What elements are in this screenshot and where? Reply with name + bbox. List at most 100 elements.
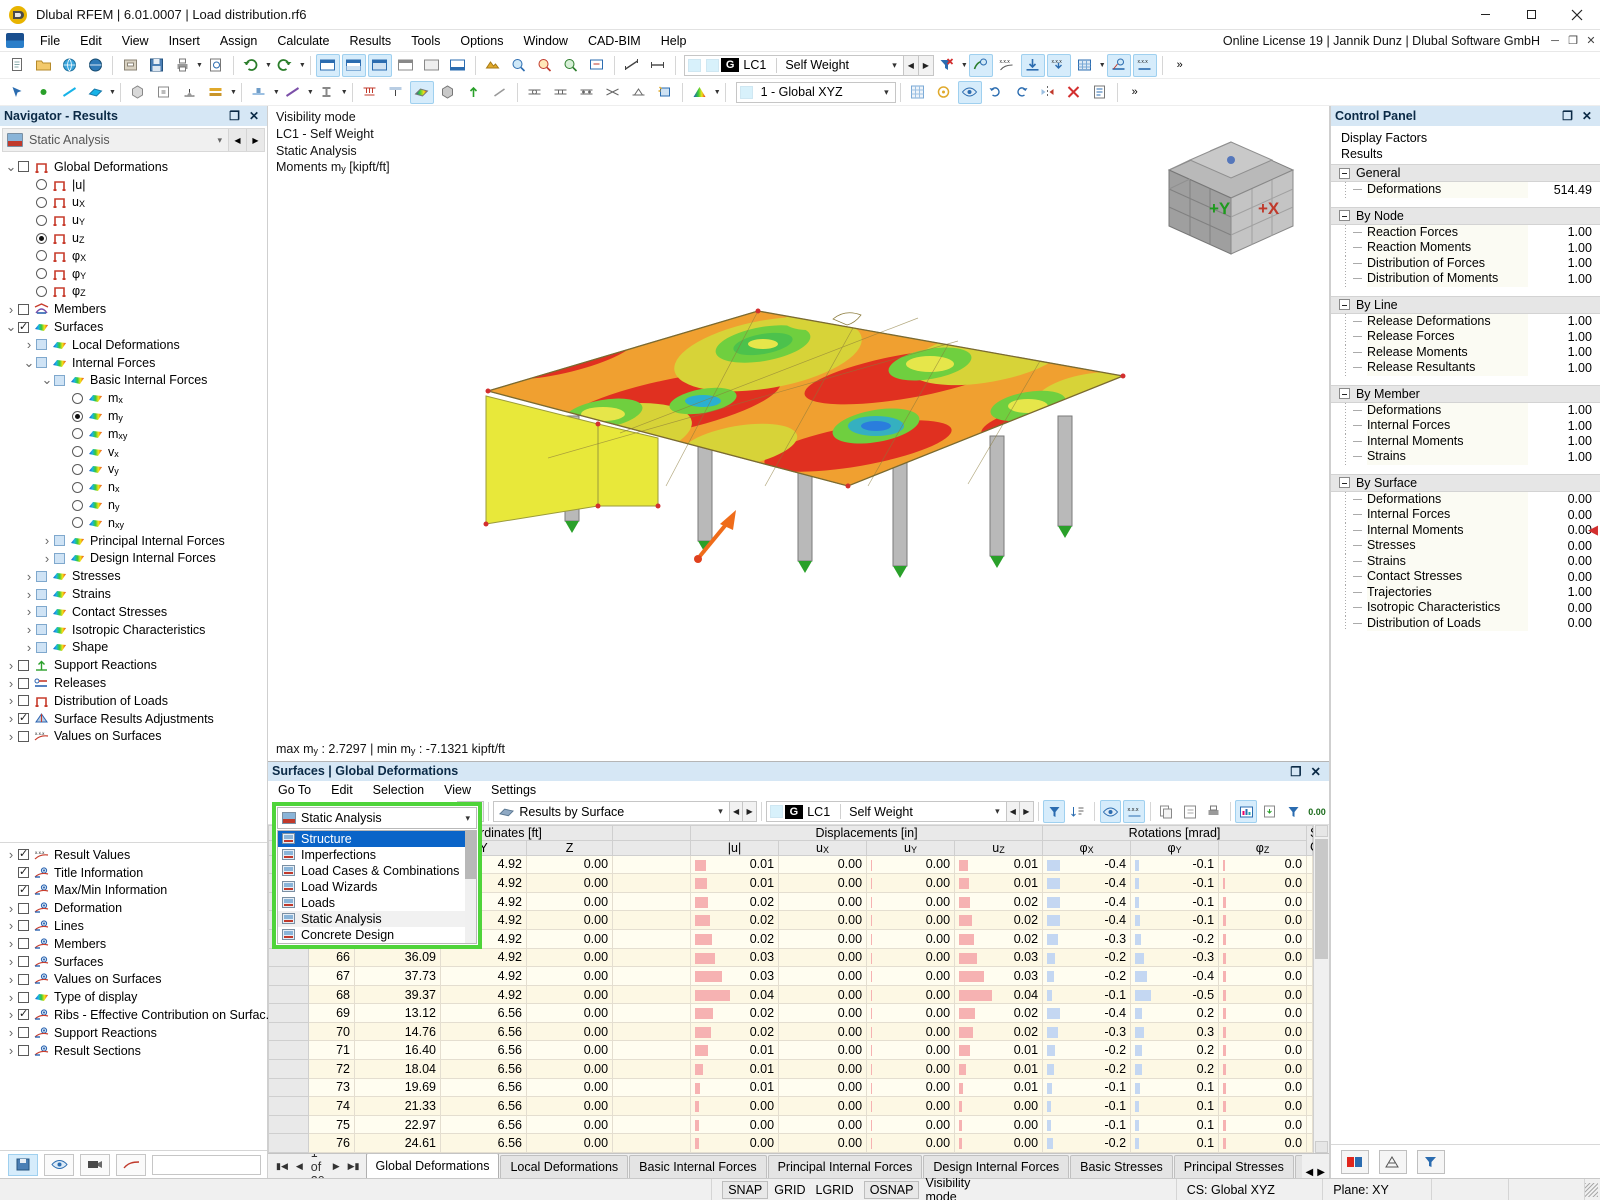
cell-row-number[interactable]: 70 <box>308 1021 355 1042</box>
dropdown-item-imperfections[interactable]: Imperfections <box>278 847 476 863</box>
chevron-right-icon[interactable]: › <box>4 936 18 951</box>
cell-uz[interactable]: 0.01 <box>954 854 1044 875</box>
cell-phiz[interactable]: 0.0 <box>1218 1114 1308 1135</box>
checkbox-lines[interactable] <box>18 920 29 932</box>
archive-icon[interactable] <box>118 54 142 77</box>
grid-toggle-icon[interactable] <box>906 81 930 104</box>
factor-row-by-surface-stresses[interactable]: Stresses 0.00 <box>1331 538 1600 554</box>
tree-item-ribs-effective-contribution-on-surfac[interactable]: › Ribs - Effective Contribution on Surfac… <box>0 1006 276 1024</box>
cell-uy[interactable]: 0.00 <box>866 854 956 875</box>
cell-y[interactable]: 6.56 <box>440 1021 527 1042</box>
radio-node[interactable] <box>36 268 47 280</box>
cell-comment[interactable] <box>1306 1133 1314 1154</box>
cell-phiy[interactable]: 0.1 <box>1130 1096 1220 1116</box>
cell-uy[interactable]: 0.00 <box>866 1021 956 1042</box>
surface-caret-icon[interactable]: ▼ <box>109 89 116 96</box>
row-selector[interactable] <box>268 1077 309 1098</box>
menu-insert[interactable]: Insert <box>159 32 210 50</box>
visibility-mode-icon[interactable] <box>957 80 982 104</box>
cell-phiz[interactable]: 0.0 <box>1218 910 1308 930</box>
cell-phix[interactable]: -0.2 <box>1042 966 1132 986</box>
control-panel-close-icon[interactable]: ✕ <box>1582 109 1592 123</box>
cell-y[interactable]: 6.56 <box>440 1077 527 1098</box>
section-results-icon[interactable] <box>1106 53 1131 77</box>
analysis-dropdown-list[interactable]: Structure Imperfections Load Cases & Combi… <box>277 830 477 944</box>
cell-y[interactable]: 4.92 <box>440 947 527 968</box>
factor-row-by-surface-trajectories[interactable]: Trajectories 1.00 <box>1331 584 1600 600</box>
cell-phix[interactable]: -0.1 <box>1042 1096 1132 1116</box>
cell-x[interactable]: 22.97 <box>354 1114 441 1135</box>
cell-spacer[interactable] <box>612 966 692 986</box>
cell-uz[interactable]: 0.01 <box>954 1152 1044 1154</box>
factor-value[interactable]: 1.00 <box>1528 330 1600 344</box>
results-mode-prev[interactable]: ◀ <box>729 801 744 823</box>
results-tab-global-deformations[interactable]: Global Deformations <box>365 1154 500 1178</box>
grid-col-u[interactable]: |u| <box>690 839 780 856</box>
menu-assign[interactable]: Assign <box>210 32 268 50</box>
cell-comment[interactable] <box>1306 873 1314 893</box>
checkbox-internal-forces[interactable] <box>36 357 47 369</box>
cell-ux[interactable]: 0.00 <box>778 1040 868 1061</box>
cell-phiz[interactable]: 0.0 <box>1218 1040 1308 1061</box>
cell-uy[interactable]: 0.00 <box>866 1152 956 1154</box>
factor-row-by-surface-contact-stresses[interactable]: Contact Stresses 0.00 <box>1331 569 1600 585</box>
cell-y[interactable]: 6.56 <box>440 1096 527 1116</box>
checkbox-max-min-information[interactable] <box>18 883 29 896</box>
table-lc-chevron-down-icon[interactable]: ▾ <box>989 806 1006 817</box>
status-grid-toggle[interactable]: GRID <box>774 1183 805 1197</box>
row-selector[interactable] <box>268 1040 309 1061</box>
cell-uz[interactable]: 0.04 <box>954 984 1044 1005</box>
cell-y[interactable]: 6.56 <box>440 1114 527 1135</box>
table-export-icon[interactable] <box>1179 800 1201 823</box>
cell-phix[interactable]: -0.4 <box>1042 910 1132 930</box>
display-factors-list[interactable]: General Deformations 514.49 By Node Reaction… <box>1330 164 1600 1144</box>
color-legend-caret-icon[interactable]: ▼ <box>714 89 721 96</box>
minimize-button[interactable] <box>1462 0 1508 30</box>
factor-row-by-surface-internal-moments[interactable]: Internal Moments 0.00 ◀ <box>1331 522 1600 538</box>
cell-z[interactable]: 0.00 <box>525 910 614 930</box>
factor-value[interactable]: 1.00 <box>1528 241 1600 255</box>
factor-row-by-member-internal-forces[interactable]: Internal Forces 1.00 <box>1331 418 1600 434</box>
tree-item-v[interactable]: vy <box>0 461 267 479</box>
factor-value[interactable]: 514.49 <box>1528 183 1600 197</box>
table-row[interactable]: 66 36.09 4.92 0.00 0.03 0.00 0.00 0.03 -0.2 -0.3 0… <box>268 947 1314 968</box>
table-sort-icon[interactable] <box>1067 800 1089 823</box>
cell-comment[interactable] <box>1306 1077 1314 1098</box>
cell-uz[interactable]: 0.01 <box>954 1059 1044 1079</box>
checkbox-isotropic-characteristics[interactable] <box>36 624 47 636</box>
row-selector[interactable] <box>268 984 309 1005</box>
tree-item-n[interactable]: nxy <box>0 514 267 532</box>
cell-phiy[interactable]: -0.1 <box>1130 873 1220 893</box>
view-back-icon[interactable] <box>1010 81 1034 104</box>
table-funnel-icon[interactable] <box>1283 800 1305 823</box>
dropdown-item-static-analysis[interactable]: Static Analysis <box>278 911 476 927</box>
factor-value[interactable]: 0.00 <box>1528 508 1600 522</box>
checkbox-values-on-surfaces[interactable] <box>18 730 29 742</box>
cell-phiy[interactable]: -0.4 <box>1130 966 1220 986</box>
cell-z[interactable]: 0.00 <box>525 928 614 949</box>
cell-uz[interactable]: 0.02 <box>954 891 1044 912</box>
cell-u-abs[interactable]: 0.03 <box>690 947 780 968</box>
tree-item-principal-internal-forces[interactable]: › Principal Internal Forces <box>0 532 267 550</box>
chevron-right-icon[interactable]: › <box>40 533 54 548</box>
cell-row-number[interactable]: 72 <box>308 1059 355 1079</box>
print-dropdown-caret[interactable]: ▼ <box>196 62 203 69</box>
tab-scroll-buttons[interactable]: ◀ ▶ <box>1302 1167 1329 1178</box>
cell-uz[interactable]: 0.03 <box>954 966 1044 986</box>
undo-dropdown-caret[interactable]: ▼ <box>265 62 272 69</box>
cell-uz[interactable]: 0.00 <box>954 1114 1044 1135</box>
table-menu-settings[interactable]: Settings <box>481 783 546 797</box>
cell-u-abs[interactable]: 0.00 <box>690 1133 780 1154</box>
cell-y[interactable]: 6.56 <box>440 1040 527 1061</box>
checkbox-result-values[interactable] <box>18 847 29 861</box>
cell-uz[interactable]: 0.01 <box>954 1077 1044 1098</box>
pager-first-icon[interactable]: ▮◀ <box>276 1161 288 1172</box>
cell-row-number[interactable]: 71 <box>308 1040 355 1061</box>
solid-results-icon[interactable] <box>436 81 460 104</box>
cell-uz[interactable]: 0.02 <box>954 1021 1044 1042</box>
radio-node[interactable] <box>36 250 47 262</box>
cell-comment[interactable] <box>1306 1003 1314 1023</box>
cell-uz[interactable]: 0.00 <box>954 1096 1044 1116</box>
globe-alt-icon[interactable] <box>83 54 107 77</box>
doc-minimize-button[interactable]: ─ <box>1546 31 1564 51</box>
